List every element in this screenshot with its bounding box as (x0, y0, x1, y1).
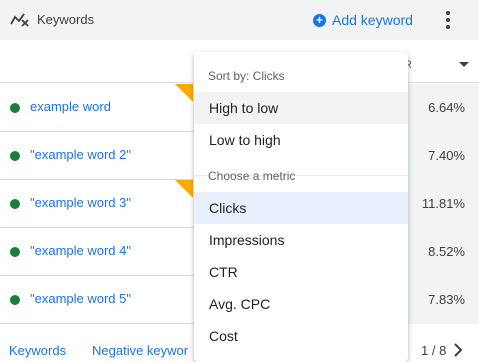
choose-metric-label: Choose a metric (208, 169, 296, 183)
keyword-link[interactable]: example word (30, 99, 111, 114)
tab-keywords[interactable]: Keywords (9, 343, 66, 358)
menu-item-clicks[interactable]: Clicks (194, 192, 408, 224)
menu-item-low-to-high[interactable]: Low to high (194, 124, 408, 156)
menu-item-high-to-low[interactable]: High to low (194, 92, 408, 124)
metric-value: 7.83% (405, 276, 479, 324)
menu-item-cost[interactable]: Cost (194, 320, 408, 352)
sort-by-label: Sort by: Clicks (208, 69, 285, 83)
flag-marker-icon[interactable] (175, 180, 193, 198)
status-eligible-icon (10, 103, 20, 113)
metric-value: 7.40% (405, 132, 479, 180)
menu-item-impressions[interactable]: Impressions (194, 224, 408, 256)
menu-item-avg-cpc[interactable]: Avg. CPC (194, 288, 408, 320)
flag-marker-icon[interactable] (175, 84, 193, 102)
pagination-label: 1 / 8 (421, 343, 447, 358)
add-keyword-button[interactable]: + Add keyword (313, 10, 413, 30)
add-keyword-label: Add keyword (332, 12, 413, 28)
menu-item-ctr[interactable]: CTR (194, 256, 408, 288)
plus-circle-icon: + (313, 13, 326, 27)
sort-metric-menu: Sort by: Clicks High to low Low to high … (194, 52, 408, 362)
metric-value: 8.52% (405, 228, 479, 276)
status-eligible-icon (10, 151, 20, 161)
more-vert-icon (446, 11, 450, 15)
status-eligible-icon (10, 247, 20, 257)
keyword-link[interactable]: "example word 5" (30, 291, 131, 306)
more-options-button[interactable] (440, 8, 456, 32)
card-header: Keywords + Add keyword (0, 0, 479, 40)
keyword-trend-icon (10, 13, 29, 27)
metric-value: 6.64% (405, 84, 479, 132)
status-eligible-icon (10, 295, 20, 305)
keyword-link[interactable]: "example word 4" (30, 243, 131, 258)
sort-dropdown-caret-icon[interactable] (459, 62, 469, 67)
metric-value: 11.81% (405, 180, 479, 228)
chevron-right-icon[interactable] (451, 341, 465, 359)
more-vert-icon-dot (446, 25, 450, 29)
keyword-link[interactable]: "example word 3" (30, 195, 131, 210)
status-eligible-icon (10, 199, 20, 209)
card-title: Keywords (37, 12, 95, 27)
tab-negative-keywords[interactable]: Negative keywor (92, 343, 188, 358)
keyword-link[interactable]: "example word 2" (30, 147, 131, 162)
more-vert-icon-dot (446, 18, 450, 22)
